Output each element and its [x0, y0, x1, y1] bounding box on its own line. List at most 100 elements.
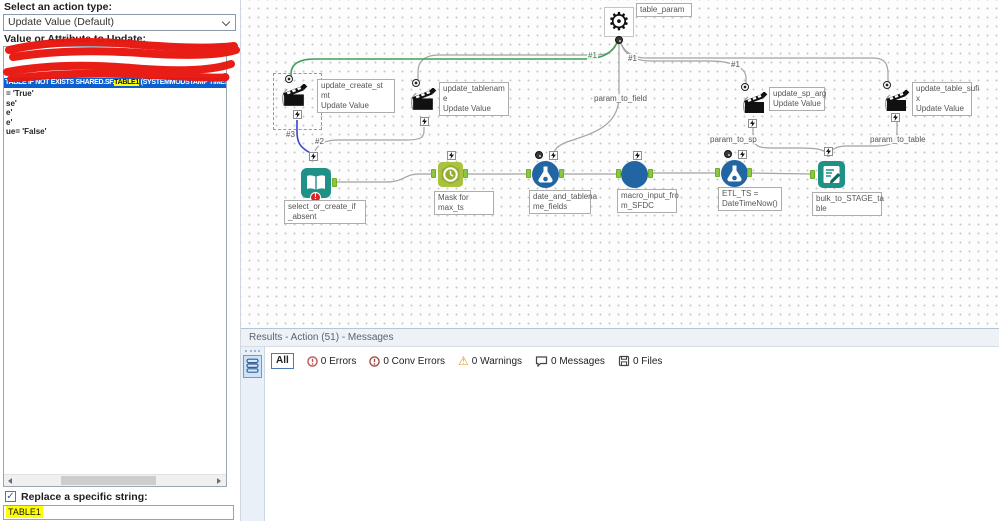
mask-macro-icon[interactable] — [438, 162, 463, 187]
output-anchor[interactable] — [559, 169, 564, 178]
node-label-select-or-create: select_or_create_if _absent — [284, 200, 366, 224]
action-tool-icon[interactable] — [281, 84, 308, 109]
list-row[interactable]: se' — [6, 99, 17, 108]
selected-row-post: (SYSTEMMODSTAMP TIMESTAM — [140, 79, 226, 86]
node-label-line: ble — [816, 204, 827, 213]
list-row[interactable]: e' — [6, 118, 12, 127]
node-label-bulk-to-stage: bulk_to_STAGE_ta ble — [812, 192, 884, 216]
input-anchor[interactable] — [741, 83, 749, 91]
question-anchor[interactable] — [535, 151, 543, 159]
node-table-param[interactable]: ⚙ — [604, 7, 634, 37]
input-anchor[interactable] — [431, 169, 436, 178]
macro-input-tool-icon[interactable] — [621, 161, 648, 188]
list-row-selected[interactable]: TABLE IF NOT EXISTS SHARED.SF.TABLE1 (SY… — [4, 78, 226, 88]
filter-files[interactable]: 0 Files — [618, 355, 662, 367]
action-type-label: Select an action type: — [4, 1, 112, 13]
node-label-update-table-sufix: update_table_sufi x Update Value — [912, 82, 980, 116]
output-anchor[interactable] — [891, 113, 900, 122]
list-row[interactable]: e' — [6, 108, 12, 117]
input-anchor[interactable] — [309, 152, 318, 161]
list-row[interactable]: ue= 'False' — [6, 127, 47, 136]
replace-string-checkbox[interactable]: ✓ — [5, 491, 16, 502]
triangle-left-icon — [8, 478, 12, 484]
output-anchor[interactable] — [748, 119, 757, 128]
lightning-icon — [750, 120, 755, 127]
input-anchor[interactable] — [412, 79, 420, 87]
scroll-right-button[interactable] — [213, 475, 226, 486]
lightning-icon — [893, 114, 898, 121]
input-anchor[interactable] — [883, 81, 891, 89]
output-anchor[interactable] — [463, 169, 468, 178]
node-label-update-sp-arg: update_sp_arg Update Value — [769, 87, 826, 111]
output-anchor[interactable] — [332, 178, 337, 187]
action-type-dropdown[interactable]: Update Value (Default) — [3, 14, 236, 31]
filter-label: 0 Files — [632, 355, 663, 367]
node-label-line: Update Value — [916, 104, 964, 113]
node-label-line: update_table_sufi — [916, 84, 980, 93]
filter-all-button[interactable]: All — [271, 353, 294, 369]
input-anchor[interactable] — [526, 169, 531, 178]
output-anchor[interactable] — [648, 169, 653, 178]
value-attribute-list[interactable]: TABLE IF NOT EXISTS SHARED.SF.TABLE1 (SY… — [3, 46, 227, 487]
question-anchor[interactable] — [724, 150, 732, 158]
node-label-line: _absent — [288, 212, 317, 221]
input-anchor[interactable] — [810, 170, 815, 179]
action-tool-icon[interactable] — [742, 92, 768, 116]
workflow-connections — [290, 39, 898, 183]
formula-tool-icon[interactable] — [532, 161, 559, 188]
node-label-line: x — [916, 94, 920, 103]
output-anchor[interactable] — [293, 110, 302, 119]
scroll-left-button[interactable] — [4, 475, 17, 486]
filter-warnings[interactable]: ⚠ 0 Warnings — [458, 355, 522, 367]
replace-string-input[interactable]: TABLE1 — [3, 505, 234, 520]
gear-output-anchor[interactable] — [615, 36, 623, 44]
input-anchor[interactable] — [633, 151, 642, 160]
node-label-line: Update Value — [321, 101, 369, 110]
node-label-etl-ts: ETL_TS = DateTimeNow() — [718, 187, 782, 211]
node-label-table-param: table_param — [636, 3, 692, 17]
node-label-line: table_param — [640, 5, 685, 14]
action-tool-icon[interactable] — [410, 88, 437, 113]
input-anchor[interactable] — [824, 147, 833, 156]
grip-dots-icon — [245, 350, 260, 353]
selected-row-highlight: TABLE1 — [114, 79, 140, 86]
filter-errors[interactable]: 0 Errors — [307, 355, 357, 367]
filter-label: 0 Errors — [320, 355, 357, 367]
horizontal-scrollbar[interactable] — [4, 474, 226, 486]
output-anchor[interactable] — [420, 117, 429, 126]
node-label-mask: Mask for max_ts — [434, 191, 494, 215]
lightning-icon — [311, 153, 316, 160]
action-tool-icon[interactable] — [884, 90, 910, 114]
input-anchor[interactable] — [549, 151, 558, 160]
list-row[interactable]: = 'True' — [6, 89, 34, 98]
filter-messages[interactable]: 0 Messages — [535, 356, 605, 367]
node-label-line: date_and_tablena — [533, 192, 598, 201]
workflow-canvas[interactable]: #1 #1 #1 param_to_field #3 #2 param_to_s… — [241, 0, 999, 328]
input-anchor[interactable] — [715, 168, 720, 177]
selected-row-pre: TABLE IF NOT EXISTS SHARED.SF. — [5, 79, 115, 86]
filter-label: 0 Messages — [551, 355, 605, 367]
output-anchor[interactable] — [747, 168, 752, 177]
message-bubble-icon — [535, 355, 548, 367]
edge-label: #1 — [587, 51, 598, 60]
chevron-down-icon — [221, 17, 231, 27]
output-tool-icon[interactable] — [818, 161, 845, 188]
input-anchor[interactable] — [738, 150, 747, 159]
input-anchor[interactable] — [447, 151, 456, 160]
results-header: Results - Action (51) - Messages — [241, 329, 999, 347]
node-label-macro-input: macro_input_fro m_SFDC — [617, 189, 679, 213]
node-label-line: m_SFDC — [621, 201, 654, 210]
results-side-strip — [241, 347, 265, 521]
messages-view-button[interactable] — [243, 355, 262, 378]
formula-tool-icon[interactable] — [721, 160, 748, 187]
filter-conv-errors[interactable]: 0 Conv Errors — [369, 356, 445, 367]
filter-label: 0 Warnings — [471, 355, 523, 367]
lightning-icon — [635, 152, 640, 159]
input-anchor[interactable] — [285, 75, 293, 83]
lightning-icon — [826, 148, 831, 155]
lightning-icon — [449, 152, 454, 159]
node-label-date-fields: date_and_tablena me_fields — [529, 190, 598, 214]
edge-label: #1 — [627, 54, 638, 63]
file-icon — [618, 355, 630, 367]
scrollbar-thumb[interactable] — [61, 476, 156, 485]
